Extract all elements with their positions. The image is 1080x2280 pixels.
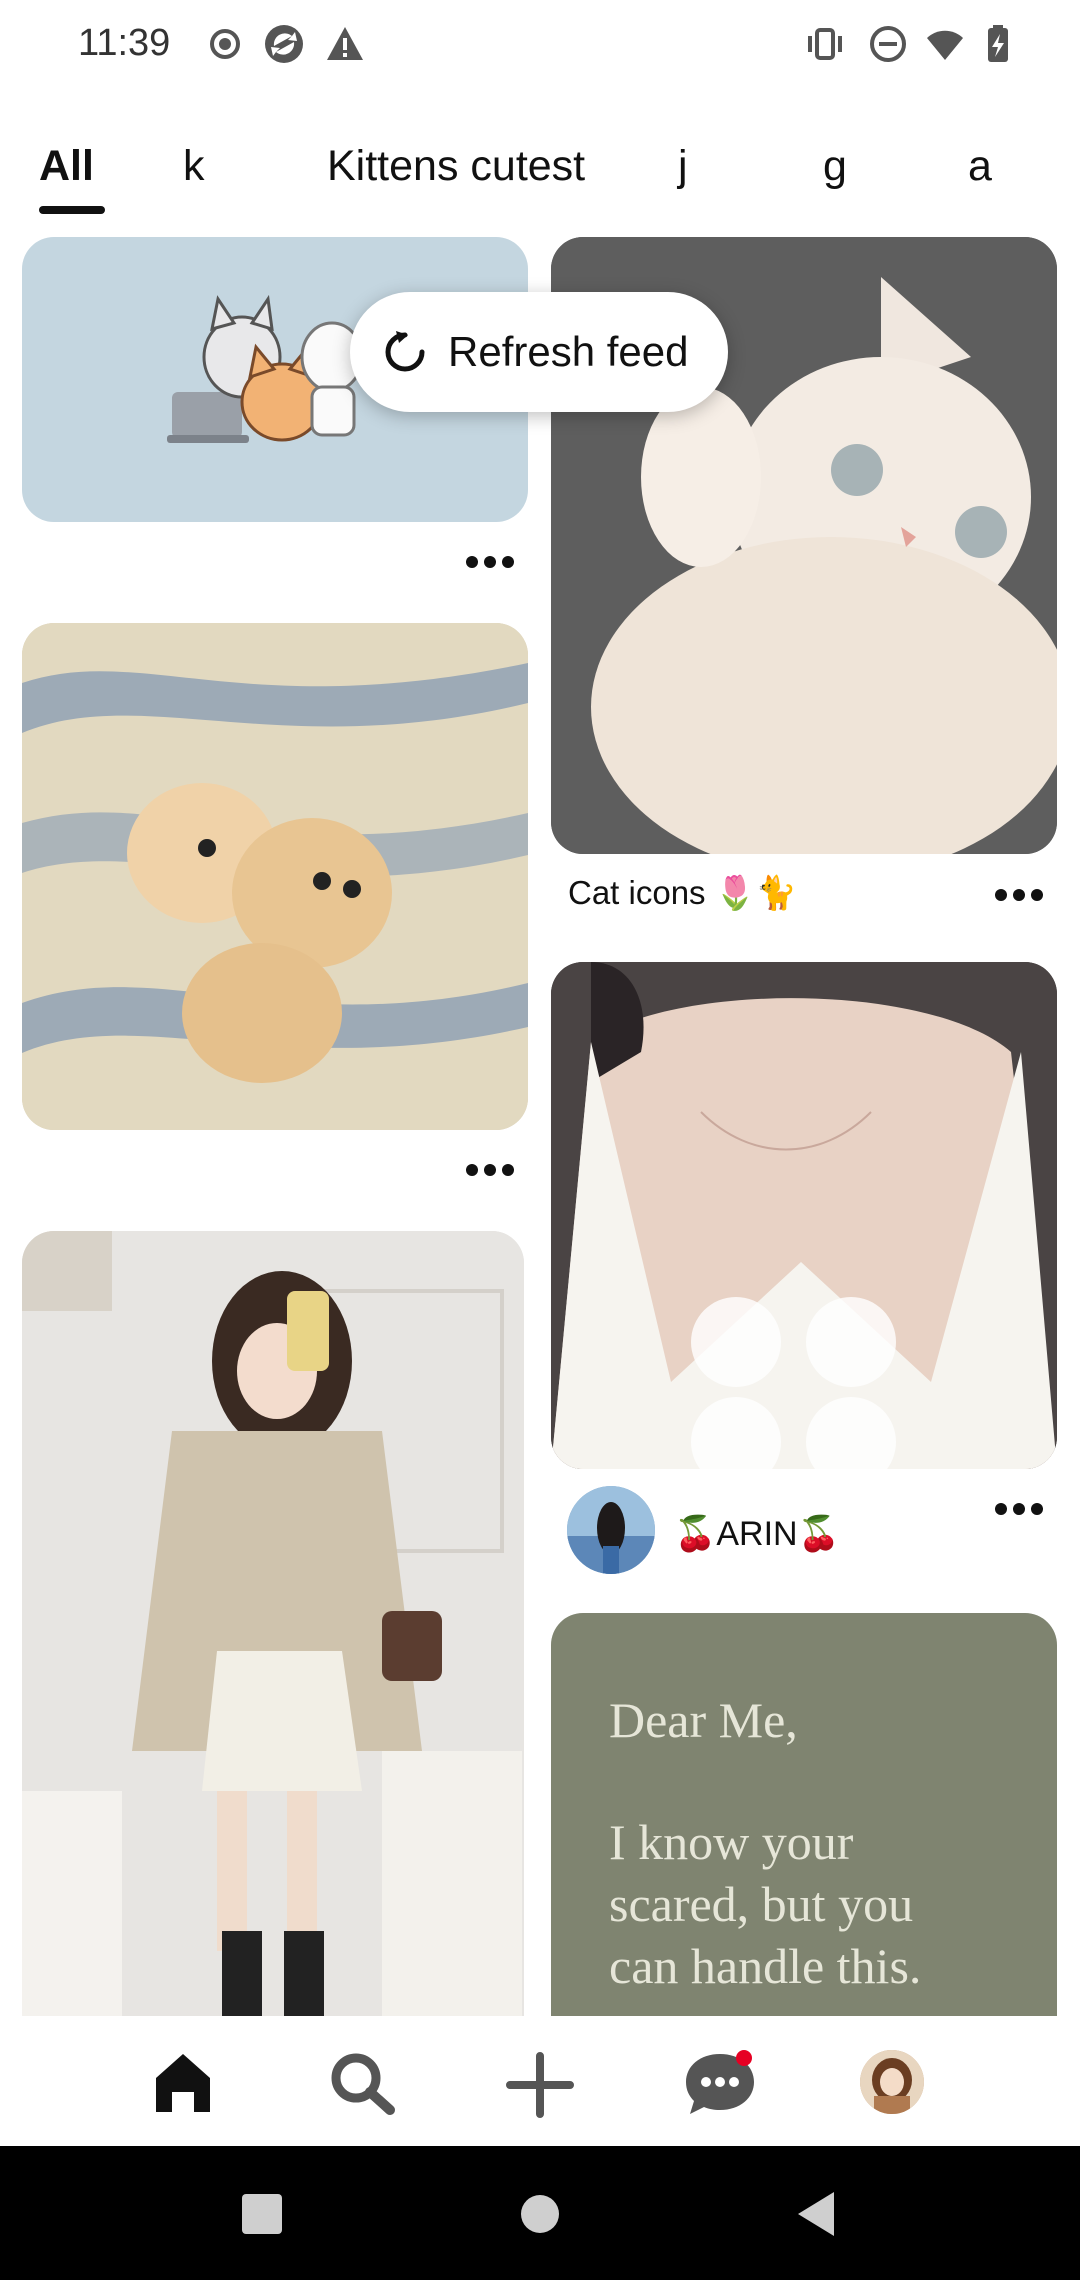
tab-kittens-cutest[interactable]: Kittens cutest bbox=[327, 142, 585, 191]
kittens-on-bedding-image bbox=[22, 623, 528, 1130]
battery-charging-icon bbox=[988, 25, 1008, 62]
refresh-icon bbox=[385, 331, 425, 372]
home-button-icon[interactable] bbox=[520, 2194, 560, 2234]
pin-more-options[interactable] bbox=[466, 1161, 514, 1179]
quote-line: I know your bbox=[609, 1814, 854, 1870]
active-tab-indicator bbox=[39, 206, 105, 214]
author-name[interactable]: 🍒ARIN🍒 bbox=[674, 1514, 840, 1554]
outfit-photo-image bbox=[22, 1231, 524, 2016]
tab-g[interactable]: g bbox=[823, 142, 847, 191]
create-icon[interactable] bbox=[506, 2052, 574, 2118]
warning-icon bbox=[327, 27, 363, 60]
search-icon[interactable] bbox=[328, 2050, 398, 2116]
tab-all[interactable]: All bbox=[39, 142, 94, 191]
white-top-image bbox=[551, 962, 1057, 1469]
wifi-icon bbox=[927, 30, 963, 60]
tab-a[interactable]: a bbox=[968, 142, 992, 191]
pin-two-kittens[interactable] bbox=[22, 623, 528, 1130]
messages-icon[interactable] bbox=[682, 2040, 762, 2120]
pin-white-top[interactable] bbox=[551, 962, 1057, 1469]
profile-avatar-image bbox=[860, 2050, 924, 2114]
quote-line: can handle this. bbox=[609, 1938, 922, 1994]
home-icon[interactable] bbox=[150, 2048, 216, 2116]
status-time: 11:39 bbox=[78, 22, 171, 64]
sync-app-icon bbox=[265, 25, 303, 63]
bottom-navigation bbox=[0, 2016, 1080, 2146]
tab-k[interactable]: k bbox=[183, 142, 205, 191]
tab-j[interactable]: j bbox=[678, 142, 688, 191]
refresh-feed-button[interactable]: Refresh feed bbox=[350, 292, 728, 412]
record-icon bbox=[210, 29, 240, 59]
pin-more-options[interactable] bbox=[995, 1500, 1043, 1518]
quote-line: scared, but you bbox=[609, 1876, 914, 1932]
pin-title: Cat icons 🌷🐈 bbox=[568, 874, 797, 911]
system-navigation-bar bbox=[0, 2146, 1080, 2280]
pin-more-options[interactable] bbox=[995, 886, 1043, 904]
profile-avatar[interactable] bbox=[860, 2050, 924, 2114]
pin-dear-me[interactable]: Dear Me, I know your scared, but you can… bbox=[551, 1613, 1057, 2016]
notification-badge bbox=[736, 2050, 752, 2066]
vibrate-icon bbox=[808, 28, 842, 60]
pin-more-options[interactable] bbox=[466, 553, 514, 571]
pin-girl-outfit[interactable] bbox=[22, 1231, 524, 2016]
refresh-feed-label: Refresh feed bbox=[448, 328, 689, 375]
do-not-disturb-icon bbox=[870, 26, 906, 62]
back-icon[interactable] bbox=[796, 2190, 836, 2238]
recent-apps-icon[interactable] bbox=[242, 2194, 282, 2234]
author-avatar[interactable] bbox=[567, 1486, 655, 1574]
quote-line: Dear Me, bbox=[609, 1692, 798, 1748]
author-avatar-image bbox=[567, 1486, 655, 1574]
